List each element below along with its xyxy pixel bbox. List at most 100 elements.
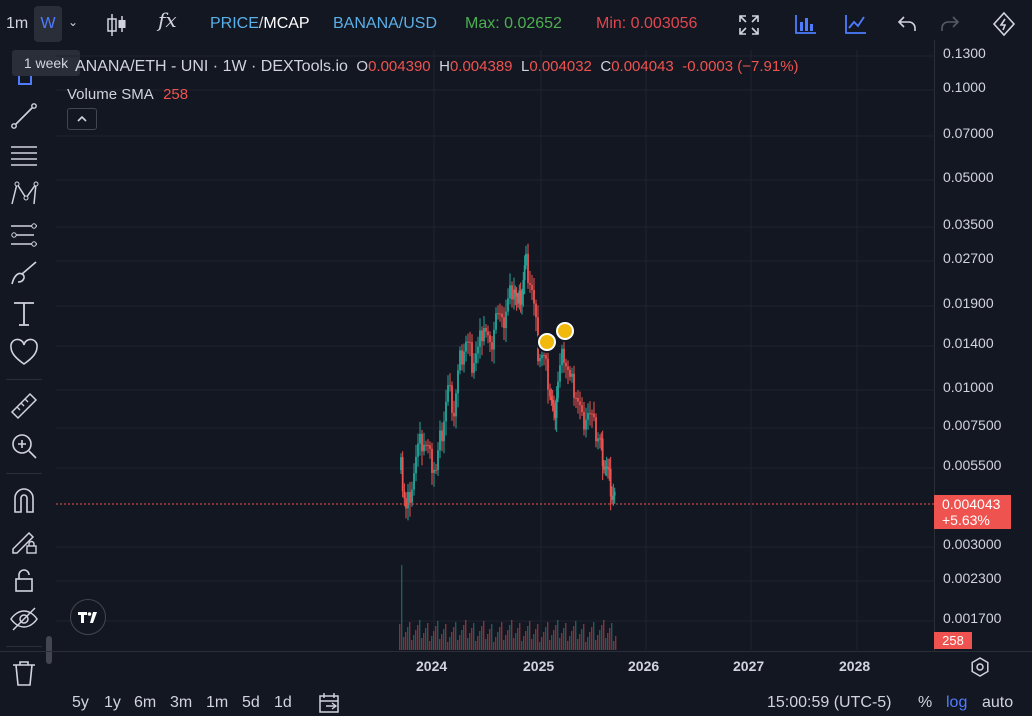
pair-selector[interactable]: BANANA/USD (333, 14, 437, 34)
volume-bar (475, 641, 477, 650)
volume-legend: Volume SMA 258 (67, 86, 188, 103)
candle-body (401, 457, 404, 492)
volume-bar (471, 628, 473, 650)
volume-bar (527, 626, 529, 650)
volume-bar (477, 636, 479, 650)
volume-bar (515, 633, 517, 650)
volume-sma-label: Volume SMA (67, 86, 153, 103)
volume-bar (537, 624, 539, 650)
top-toolbar: 1m W ⌄ fx PRICE/MCAP BANANA/USD Max: 0.0… (0, 0, 1032, 50)
price-tick: 0.05000 (943, 169, 994, 185)
range-button-5d[interactable]: 5d (242, 694, 260, 712)
volume-bar (605, 638, 607, 650)
settings-icon[interactable] (970, 657, 990, 677)
hide-drawings-icon[interactable] (8, 603, 40, 635)
auto-toggle[interactable]: auto (982, 694, 1013, 712)
brush-tool-icon[interactable] (8, 258, 40, 290)
volume-bar (497, 632, 499, 650)
forecast-tool-icon[interactable] (8, 219, 40, 251)
candle-body (495, 313, 497, 330)
price-tick: 0.1000 (943, 79, 986, 95)
text-tool-icon[interactable] (8, 297, 40, 329)
chevron-down-icon[interactable]: ⌄ (68, 12, 78, 32)
candle-body (509, 285, 511, 299)
heart-icon[interactable] (8, 337, 40, 369)
event-marker[interactable] (536, 331, 558, 353)
candle-body (431, 448, 433, 473)
candle-body (521, 294, 523, 305)
redo-icon[interactable] (940, 15, 960, 33)
volume-bar (577, 639, 579, 650)
volume-bar (465, 620, 467, 650)
percent-toggle[interactable]: % (918, 694, 932, 712)
log-toggle[interactable]: log (946, 694, 967, 712)
event-marker[interactable] (554, 320, 576, 342)
candle-body (575, 397, 577, 399)
volume-bar (439, 639, 441, 650)
price-chart[interactable] (56, 50, 934, 650)
time-tick: 2026 (628, 658, 660, 674)
volume-bar (425, 628, 427, 650)
fib-retracement-icon[interactable] (8, 139, 40, 171)
timeframe-1m-button[interactable]: 1m (6, 14, 28, 34)
volume-bar (595, 640, 597, 650)
current-price-change: +5.63% (942, 512, 990, 528)
clock-label[interactable]: 15:00:59 (UTC-5) (767, 694, 892, 712)
candle-body (475, 353, 477, 364)
collapse-legend-button[interactable] (67, 108, 97, 130)
volume-bar (613, 641, 615, 650)
symbol-title[interactable]: ANANA/ETH - UNI · 1W · DEXTools.io (75, 58, 348, 75)
min-price-label: Min: 0.003056 (596, 15, 698, 32)
volume-bar (597, 635, 599, 650)
range-button-1m[interactable]: 1m (206, 694, 228, 712)
bar-chart-icon[interactable] (795, 14, 817, 34)
fullscreen-icon[interactable] (739, 15, 759, 35)
candle-body (473, 363, 475, 373)
quick-search-icon[interactable] (990, 11, 1018, 37)
price-tick: 0.002300 (943, 570, 1002, 586)
volume-bar (507, 630, 509, 650)
tradingview-logo[interactable] (70, 599, 106, 635)
low-value: 0.004032 (529, 58, 592, 75)
toolbar-scrollbar[interactable] (46, 636, 52, 664)
candle-body (405, 498, 407, 509)
lock-drawing-icon[interactable] (8, 524, 40, 556)
volume-bar (529, 621, 531, 650)
volume-bar (579, 634, 581, 650)
range-button-1y[interactable]: 1y (104, 694, 121, 712)
zoom-in-icon[interactable] (8, 430, 40, 462)
date-range-icon[interactable] (318, 692, 342, 714)
volume-bar (429, 641, 431, 650)
candle-body (547, 358, 549, 390)
volume-bar (421, 638, 423, 650)
unlock-icon[interactable] (8, 564, 40, 596)
candle-body (585, 419, 587, 430)
indicators-fx-icon[interactable]: fx (158, 10, 177, 30)
range-button-5y[interactable]: 5y (72, 694, 89, 712)
volume-bar (583, 624, 585, 650)
volume-bar (441, 634, 443, 650)
toolbar-divider (6, 473, 42, 474)
candlestick-icon[interactable] (106, 12, 128, 38)
volume-bar (533, 634, 535, 650)
candle-body (577, 398, 579, 402)
price-label: PRICE (210, 15, 259, 32)
range-button-6m[interactable]: 6m (134, 694, 156, 712)
candle-body (409, 492, 411, 503)
candle-body (529, 282, 531, 285)
candle-body (543, 355, 545, 357)
volume-sma-value: 258 (163, 86, 189, 103)
range-button-3m[interactable]: 3m (170, 694, 192, 712)
line-chart-icon[interactable] (845, 14, 867, 34)
undo-icon[interactable] (897, 15, 917, 33)
range-button-1d[interactable]: 1d (274, 694, 292, 712)
timeframe-week-button[interactable]: W (34, 6, 62, 42)
magnet-icon[interactable] (8, 484, 40, 516)
trash-icon[interactable] (8, 657, 40, 689)
price-mcap-toggle[interactable]: PRICE/MCAP (210, 14, 310, 34)
ruler-icon[interactable] (8, 390, 40, 422)
line-tool-icon[interactable] (8, 100, 40, 132)
candle-body (563, 348, 565, 363)
pattern-tool-icon[interactable] (8, 178, 40, 210)
time-tick: 2028 (839, 658, 871, 674)
